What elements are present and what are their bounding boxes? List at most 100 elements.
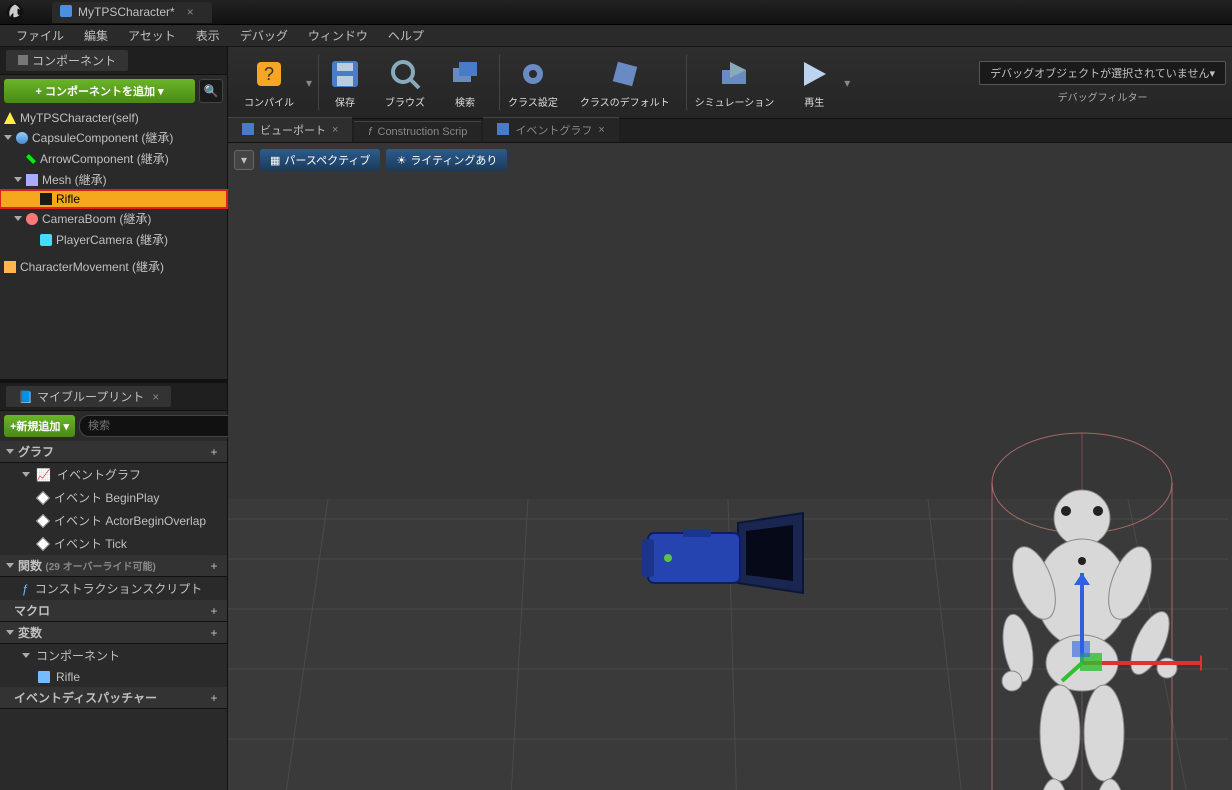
tree-label-capsule: CapsuleComponent (継承) — [32, 129, 173, 146]
item-var-rifle[interactable]: Rifle — [0, 667, 227, 687]
viewport-options-dropdown[interactable]: ▾ — [234, 150, 254, 170]
expand-icon[interactable] — [4, 135, 12, 140]
close-icon[interactable]: × — [598, 124, 604, 136]
compile-dropdown[interactable]: ▾ — [306, 76, 312, 90]
tree-row-rifle[interactable]: Rifle — [0, 190, 227, 208]
add-dispatcher-button[interactable]: + — [207, 691, 221, 705]
tree-row-mesh[interactable]: Mesh (継承) — [0, 169, 227, 190]
tree-row-cameraboom[interactable]: CameraBoom (継承) — [0, 208, 227, 229]
tool-class-settings[interactable]: クラス設定 — [499, 54, 568, 111]
close-icon[interactable]: × — [332, 124, 338, 136]
tree-row-root[interactable]: MyTPSCharacter(self) — [0, 109, 227, 127]
add-component-label: + コンポーネントを追加 ▾ — [35, 83, 163, 99]
tool-play-label: 再生 — [804, 94, 824, 109]
item-ev-tick[interactable]: イベント Tick — [0, 532, 227, 555]
add-variable-button[interactable]: + — [207, 626, 221, 640]
menu-help[interactable]: ヘルプ — [378, 24, 434, 47]
viewport-tab-icon — [242, 123, 254, 138]
myblueprint-panel-title: マイブループリント — [37, 388, 144, 405]
menu-debug[interactable]: デバッグ — [230, 24, 298, 47]
graph-icon: 📈 — [36, 468, 51, 482]
add-macro-button[interactable]: + — [207, 604, 221, 618]
expand-icon[interactable] — [14, 177, 22, 182]
function-tab-icon: f — [368, 126, 371, 138]
tool-class-defaults[interactable]: クラスのデフォルト — [570, 54, 680, 111]
tab-viewport[interactable]: ビューポート × — [228, 117, 352, 142]
myblueprint-panel-title-tab[interactable]: 📘 マイブループリント × — [6, 386, 171, 407]
add-graph-button[interactable]: + — [207, 445, 221, 459]
main-toolbar: ? コンパイル ▾ 保存 ブラウズ 検索 クラス設定 クラスの — [228, 47, 1232, 119]
tree-row-playercamera[interactable]: PlayerCamera (継承) — [0, 229, 227, 250]
section-functions[interactable]: 関数 (29 オーバーライド可能) + — [0, 555, 227, 577]
tab-construction[interactable]: f Construction Scrip — [354, 121, 481, 142]
play-icon — [796, 56, 832, 92]
add-component-button[interactable]: + コンポーネントを追加 ▾ — [4, 79, 195, 103]
tool-simulation-label: シミュレーション — [695, 94, 775, 109]
debug-filter: デバッグオブジェクトが選択されていません▾ デバッグフィルター — [979, 61, 1226, 104]
tree-row-capsule[interactable]: CapsuleComponent (継承) — [0, 127, 227, 148]
tree-label-mesh: Mesh (継承) — [42, 171, 107, 188]
spring-arm-icon — [26, 213, 38, 225]
item-construction-script[interactable]: ƒ コンストラクションスクリプト — [0, 577, 227, 600]
debug-object-dropdown[interactable]: デバッグオブジェクトが選択されていません▾ — [979, 61, 1226, 85]
item-ev-actorbeginoverlap[interactable]: イベント ActorBeginOverlap — [0, 509, 227, 532]
svg-text:?: ? — [264, 64, 274, 84]
expand-icon[interactable] — [22, 472, 30, 477]
tab-eventgraph[interactable]: イベントグラフ × — [483, 117, 618, 142]
functions-override-note: (29 オーバーライド可能) — [45, 562, 155, 573]
window-tab[interactable]: MyTPSCharacter* × — [52, 2, 212, 23]
item-eventgraph[interactable]: 📈 イベントグラフ — [0, 463, 227, 486]
menu-window[interactable]: ウィンドウ — [298, 24, 378, 47]
tool-save[interactable]: 保存 — [318, 54, 373, 111]
item-ev-beginplay[interactable]: イベント BeginPlay — [0, 486, 227, 509]
menu-edit[interactable]: 編集 — [74, 24, 118, 47]
tree-label-root: MyTPSCharacter(self) — [20, 111, 139, 125]
section-variables[interactable]: 変数 + — [0, 622, 227, 644]
debug-object-label: デバッグオブジェクトが選択されていません▾ — [990, 68, 1215, 80]
section-dispatchers-label: イベントディスパッチャー — [14, 689, 207, 706]
item-eventgraph-label: イベントグラフ — [57, 466, 141, 483]
add-function-button[interactable]: + — [207, 559, 221, 573]
menu-asset[interactable]: アセット — [118, 24, 186, 47]
tool-compile[interactable]: ? コンパイル — [234, 54, 304, 111]
section-dispatchers[interactable]: イベントディスパッチャー + — [0, 687, 227, 709]
item-ev-beginplay-label: イベント BeginPlay — [54, 489, 159, 506]
title-bar: MyTPSCharacter* × — [0, 0, 1232, 25]
menu-view[interactable]: 表示 — [186, 24, 230, 47]
skeletal-mesh-icon — [40, 193, 52, 205]
expand-icon[interactable] — [6, 630, 14, 635]
menu-file[interactable]: ファイル — [6, 24, 74, 47]
tool-play[interactable]: 再生 — [786, 54, 842, 111]
components-search-button[interactable]: 🔍 — [199, 79, 223, 103]
tool-search[interactable]: 検索 — [437, 54, 493, 111]
expand-icon[interactable] — [22, 653, 30, 658]
mybp-add-button[interactable]: +新規追加 ▾ — [4, 415, 75, 437]
expand-icon[interactable] — [6, 449, 14, 454]
components-panel-title: コンポーネント — [32, 52, 116, 69]
movement-icon — [4, 261, 16, 273]
tool-simulation[interactable]: シミュレーション — [686, 54, 785, 111]
section-macros[interactable]: マクロ + — [0, 600, 227, 622]
window-tab-title: MyTPSCharacter* — [78, 5, 175, 19]
viewport-lighting-dropdown[interactable]: ☀ ライティングあり — [386, 149, 507, 171]
search-icon: 🔍 — [204, 84, 219, 98]
viewport[interactable]: ▾ ▦ パースペクティブ ☀ ライティングあり — [228, 143, 1232, 790]
tree-row-arrow[interactable]: ArrowComponent (継承) — [0, 148, 227, 169]
viewport-perspective-dropdown[interactable]: ▦ パースペクティブ — [260, 149, 380, 171]
tool-browse[interactable]: ブラウズ — [375, 54, 435, 111]
simulation-icon — [716, 56, 752, 92]
play-dropdown[interactable]: ▾ — [844, 76, 850, 90]
item-var-category-components[interactable]: コンポーネント — [0, 644, 227, 667]
expand-icon[interactable] — [6, 563, 14, 568]
skeletal-mesh-icon — [26, 174, 38, 186]
event-icon — [36, 513, 50, 527]
components-panel-title-tab[interactable]: コンポーネント — [6, 50, 128, 71]
sidebar: コンポーネント + コンポーネントを追加 ▾ 🔍 MyTPSCharacter(… — [0, 47, 228, 790]
mybp-search-input[interactable] — [79, 415, 239, 437]
section-graphs[interactable]: グラフ + — [0, 441, 227, 463]
tree-row-charmovement[interactable]: CharacterMovement (継承) — [0, 256, 227, 277]
close-icon[interactable]: × — [187, 5, 194, 19]
close-icon[interactable]: × — [152, 390, 159, 404]
expand-icon[interactable] — [14, 216, 22, 221]
tool-search-label: 検索 — [455, 94, 475, 109]
